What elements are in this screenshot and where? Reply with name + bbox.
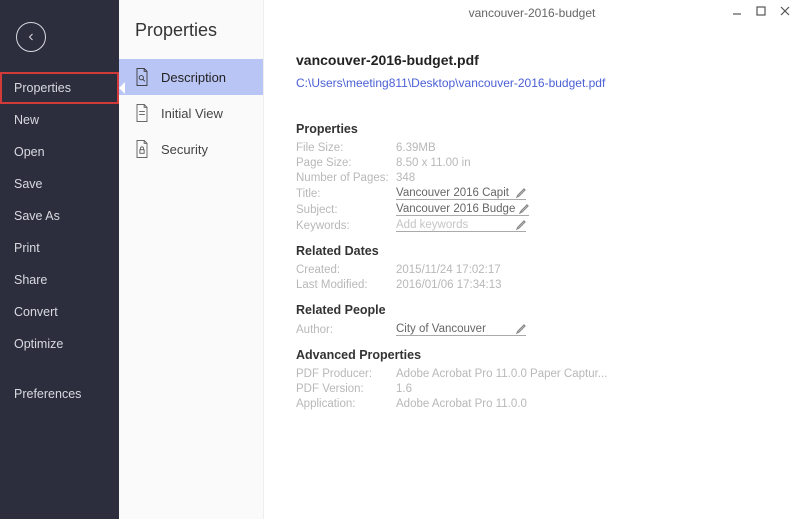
sidebar-item-new[interactable]: New [0, 104, 119, 136]
minimize-icon [732, 6, 742, 16]
tab-label: Description [161, 70, 226, 85]
version-value: 1.6 [396, 383, 412, 395]
tab-initial-view[interactable]: Initial View [119, 95, 263, 131]
subject-label: Subject: [296, 204, 396, 216]
title-label: Title: [296, 188, 396, 200]
app-value: Adobe Acrobat Pro 11.0.0 [396, 398, 527, 410]
tab-description[interactable]: Description [119, 59, 263, 95]
close-icon [780, 6, 790, 16]
section-dates-heading: Related Dates [296, 244, 768, 258]
tab-label: Initial View [161, 106, 223, 121]
document-icon [133, 103, 151, 123]
close-button[interactable] [774, 2, 796, 20]
modified-label: Last Modified: [296, 279, 396, 291]
sidebar-item-save[interactable]: Save [0, 168, 119, 200]
producer-label: PDF Producer: [296, 368, 396, 380]
tab-label: Security [161, 142, 208, 157]
maximize-button[interactable] [750, 2, 772, 20]
sidebar-item-open[interactable]: Open [0, 136, 119, 168]
page-size-label: Page Size: [296, 157, 396, 169]
section-advanced-heading: Advanced Properties [296, 348, 768, 362]
edit-icon [516, 220, 526, 230]
sidebar-item-convert[interactable]: Convert [0, 296, 119, 328]
edit-icon [516, 324, 526, 334]
window-title: vancouver-2016-budget [469, 6, 596, 20]
edit-icon [516, 188, 526, 198]
sidebar-item-preferences[interactable]: Preferences [0, 378, 119, 410]
chevron-left-icon [25, 31, 37, 43]
sidebar-item-save-as[interactable]: Save As [0, 200, 119, 232]
created-value: 2015/11/24 17:02:17 [396, 264, 501, 276]
document-path-link[interactable]: C:\Users\meeting811\Desktop\vancouver-20… [296, 76, 605, 90]
main-area: vancouver-2016-budget vancouver-2016-bud… [264, 0, 800, 519]
created-label: Created: [296, 264, 396, 276]
edit-icon [519, 204, 529, 214]
file-menu-sidebar: Properties New Open Save Save As Print S… [0, 0, 119, 519]
modified-value: 2016/01/06 17:34:13 [396, 279, 502, 291]
keywords-input[interactable]: Add keywords [396, 219, 526, 232]
tab-security[interactable]: Security [119, 131, 263, 167]
properties-nav: Properties Description Initial View Secu… [119, 0, 264, 519]
maximize-icon [756, 6, 766, 16]
title-input[interactable]: Vancouver 2016 Capit [396, 187, 526, 200]
num-pages-label: Number of Pages: [296, 172, 396, 184]
keywords-label: Keywords: [296, 220, 396, 232]
properties-content: vancouver-2016-budget.pdf C:\Users\meeti… [264, 26, 800, 519]
sidebar-item-properties[interactable]: Properties [0, 72, 119, 104]
sidebar-item-share[interactable]: Share [0, 264, 119, 296]
version-label: PDF Version: [296, 383, 396, 395]
document-search-icon [133, 67, 151, 87]
file-size-label: File Size: [296, 142, 396, 154]
section-properties-heading: Properties [296, 122, 768, 136]
file-size-value: 6.39MB [396, 142, 436, 154]
minimize-button[interactable] [726, 2, 748, 20]
sidebar-item-optimize[interactable]: Optimize [0, 328, 119, 360]
producer-value: Adobe Acrobat Pro 11.0.0 Paper Captur... [396, 368, 607, 380]
document-lock-icon [133, 139, 151, 159]
app-label: Application: [296, 398, 396, 410]
title-bar: vancouver-2016-budget [264, 0, 800, 26]
sidebar-item-print[interactable]: Print [0, 232, 119, 264]
page-size-value: 8.50 x 11.00 in [396, 157, 471, 169]
author-input[interactable]: City of Vancouver [396, 323, 526, 336]
properties-panel-title: Properties [119, 14, 263, 59]
back-button[interactable] [16, 22, 46, 52]
document-title: vancouver-2016-budget.pdf [296, 52, 768, 68]
author-label: Author: [296, 324, 396, 336]
subject-input[interactable]: Vancouver 2016 Budge [396, 203, 529, 216]
num-pages-value: 348 [396, 172, 415, 184]
section-people-heading: Related People [296, 303, 768, 317]
